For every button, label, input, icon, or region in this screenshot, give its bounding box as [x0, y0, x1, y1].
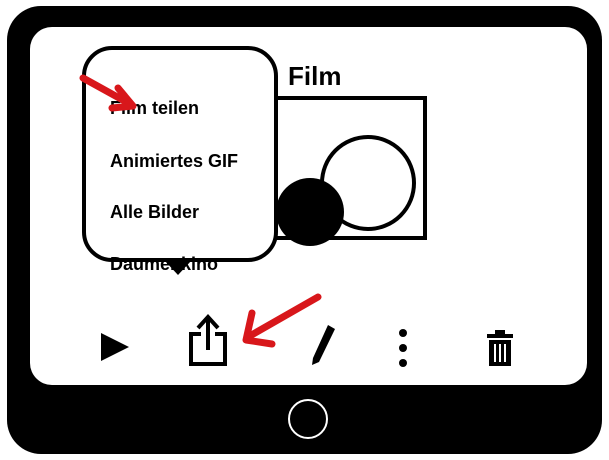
pencil-icon — [312, 325, 335, 365]
play-icon — [101, 333, 129, 361]
menu-item-daumenkino[interactable]: Daumenkino — [110, 254, 218, 275]
more-options-button[interactable] — [394, 327, 412, 369]
play-button[interactable] — [98, 330, 132, 364]
share-button[interactable] — [186, 312, 230, 368]
menu-item-animiertes-gif[interactable]: Animiertes GIF — [110, 151, 238, 172]
tablet-device: Film Film teilen Animiertes GIF Alle Bil… — [0, 0, 609, 460]
trash-icon — [487, 330, 513, 366]
menu-item-alle-bilder[interactable]: Alle Bilder — [110, 202, 199, 223]
menu-item-film-teilen[interactable]: Film teilen — [110, 98, 199, 119]
thumbnail-circle-filled — [276, 178, 344, 246]
delete-button[interactable] — [484, 328, 516, 368]
share-icon — [189, 314, 227, 366]
more-vertical-icon — [399, 329, 407, 367]
edit-button[interactable] — [308, 322, 340, 368]
